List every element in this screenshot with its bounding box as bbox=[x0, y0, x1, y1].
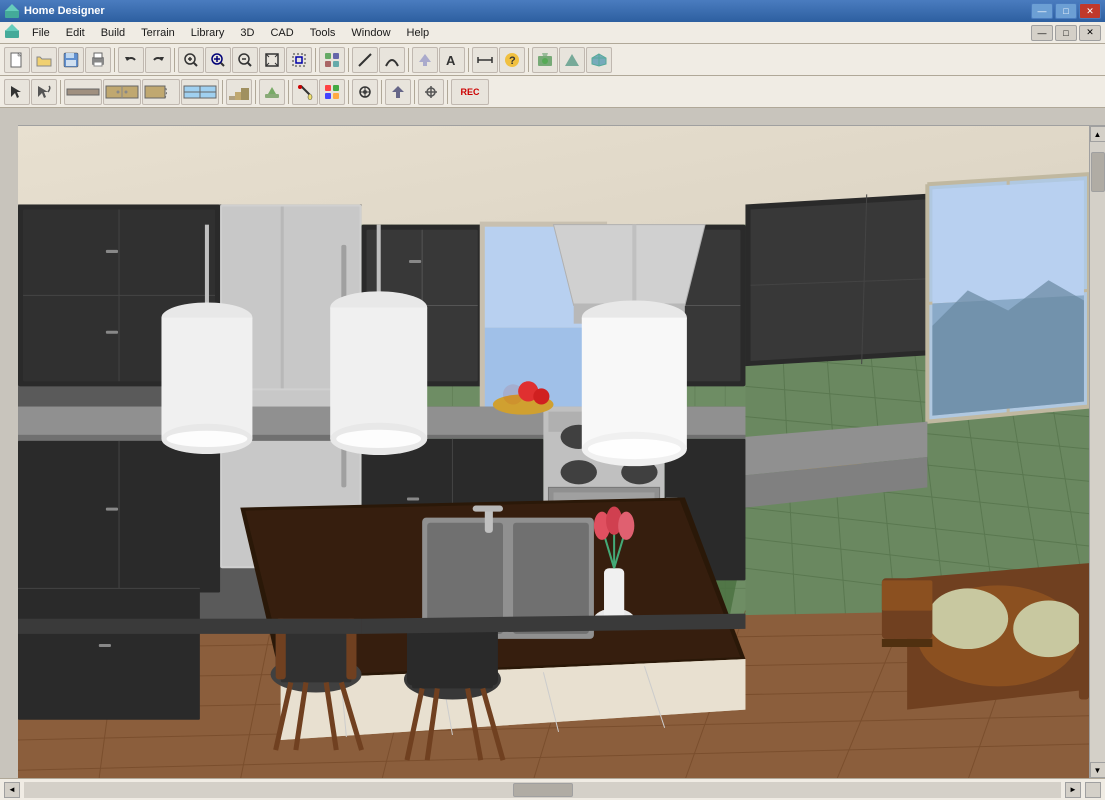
title-bar: Home Designer — □ ✕ bbox=[0, 0, 1105, 22]
line-tool[interactable] bbox=[352, 47, 378, 73]
select-tool[interactable] bbox=[4, 79, 30, 105]
arc-select-tool[interactable] bbox=[31, 79, 57, 105]
inner-win-controls: — □ ✕ bbox=[1031, 25, 1101, 41]
open-button[interactable] bbox=[31, 47, 57, 73]
svg-text:?: ? bbox=[509, 55, 516, 67]
cabinet-tool[interactable] bbox=[103, 79, 141, 105]
kitchen-scene[interactable] bbox=[18, 126, 1089, 778]
menu-item-tools[interactable]: Tools bbox=[302, 25, 344, 41]
arc-tool[interactable] bbox=[379, 47, 405, 73]
menu-item-build[interactable]: Build bbox=[93, 25, 133, 41]
maximize-button[interactable]: □ bbox=[1055, 3, 1077, 19]
redo-button[interactable] bbox=[145, 47, 171, 73]
right-scrollbar: ▲ ▼ bbox=[1089, 126, 1105, 778]
menu-item-window[interactable]: Window bbox=[343, 25, 398, 41]
menu-item-library[interactable]: Library bbox=[183, 25, 233, 41]
camera-view-button[interactable] bbox=[532, 47, 558, 73]
canvas-area[interactable]: ▲ ▼ bbox=[18, 108, 1105, 778]
scroll-down-arrow[interactable]: ▼ bbox=[1090, 762, 1105, 778]
close-button[interactable]: ✕ bbox=[1079, 3, 1101, 19]
door-tool[interactable] bbox=[142, 79, 180, 105]
measure-tool[interactable] bbox=[472, 47, 498, 73]
app-title: Home Designer bbox=[24, 5, 1031, 17]
status-bar: ◄ ► bbox=[0, 778, 1105, 800]
menu-item-terrain[interactable]: Terrain bbox=[133, 25, 183, 41]
print-button[interactable] bbox=[85, 47, 111, 73]
horizontal-scrollbar[interactable] bbox=[24, 782, 1061, 798]
zoom-fit-button[interactable] bbox=[259, 47, 285, 73]
3d-view-button[interactable] bbox=[586, 47, 612, 73]
paint-tool[interactable] bbox=[292, 79, 318, 105]
minimize-button[interactable]: — bbox=[1031, 3, 1053, 19]
title-win-controls: — □ ✕ bbox=[1031, 3, 1101, 19]
undo-button[interactable] bbox=[118, 47, 144, 73]
terrain-tool[interactable] bbox=[259, 79, 285, 105]
zoom-in2-button[interactable] bbox=[205, 47, 231, 73]
record-button[interactable]: REC bbox=[451, 79, 489, 105]
transform-tool[interactable] bbox=[418, 79, 444, 105]
menu-icon bbox=[4, 23, 20, 42]
app-icon bbox=[4, 3, 20, 19]
menu-item-cad[interactable]: CAD bbox=[262, 25, 301, 41]
toolbar2: REC bbox=[0, 76, 1105, 108]
wall-tool[interactable] bbox=[64, 79, 102, 105]
left-ruler bbox=[0, 108, 18, 778]
new-button[interactable] bbox=[4, 47, 30, 73]
arrow-tool[interactable] bbox=[385, 79, 411, 105]
inner-close-button[interactable]: ✕ bbox=[1079, 25, 1101, 41]
main-area: ▲ ▼ bbox=[0, 108, 1105, 778]
help-button[interactable]: ? bbox=[499, 47, 525, 73]
text-tool[interactable]: A bbox=[439, 47, 465, 73]
menu-item-file[interactable]: File bbox=[24, 25, 58, 41]
elevation-button[interactable] bbox=[559, 47, 585, 73]
menu-item-help[interactable]: Help bbox=[399, 25, 438, 41]
scroll-up-arrow[interactable]: ▲ bbox=[1090, 126, 1105, 142]
add-button[interactable] bbox=[319, 47, 345, 73]
inner-minimize-button[interactable]: — bbox=[1031, 25, 1053, 41]
inner-maximize-button[interactable]: □ bbox=[1055, 25, 1077, 41]
zoom-out-button[interactable] bbox=[232, 47, 258, 73]
material-tool[interactable] bbox=[319, 79, 345, 105]
menu-item-edit[interactable]: Edit bbox=[58, 25, 93, 41]
zoom-in-button[interactable] bbox=[178, 47, 204, 73]
save-button[interactable] bbox=[58, 47, 84, 73]
stair-tool[interactable] bbox=[226, 79, 252, 105]
arrow-up-tool[interactable] bbox=[412, 47, 438, 73]
zoom-sel-button[interactable] bbox=[286, 47, 312, 73]
toolbar1: A ? bbox=[0, 44, 1105, 76]
symbol-tool[interactable] bbox=[352, 79, 378, 105]
scroll-left-arrow[interactable]: ◄ bbox=[4, 782, 20, 798]
svg-text:A: A bbox=[446, 53, 456, 68]
menu-item-3d[interactable]: 3D bbox=[232, 25, 262, 41]
scroll-right-arrow[interactable]: ► bbox=[1065, 782, 1081, 798]
menu-bar: File Edit Build Terrain Library 3D CAD T… bbox=[0, 22, 1105, 44]
window-tool[interactable] bbox=[181, 79, 219, 105]
